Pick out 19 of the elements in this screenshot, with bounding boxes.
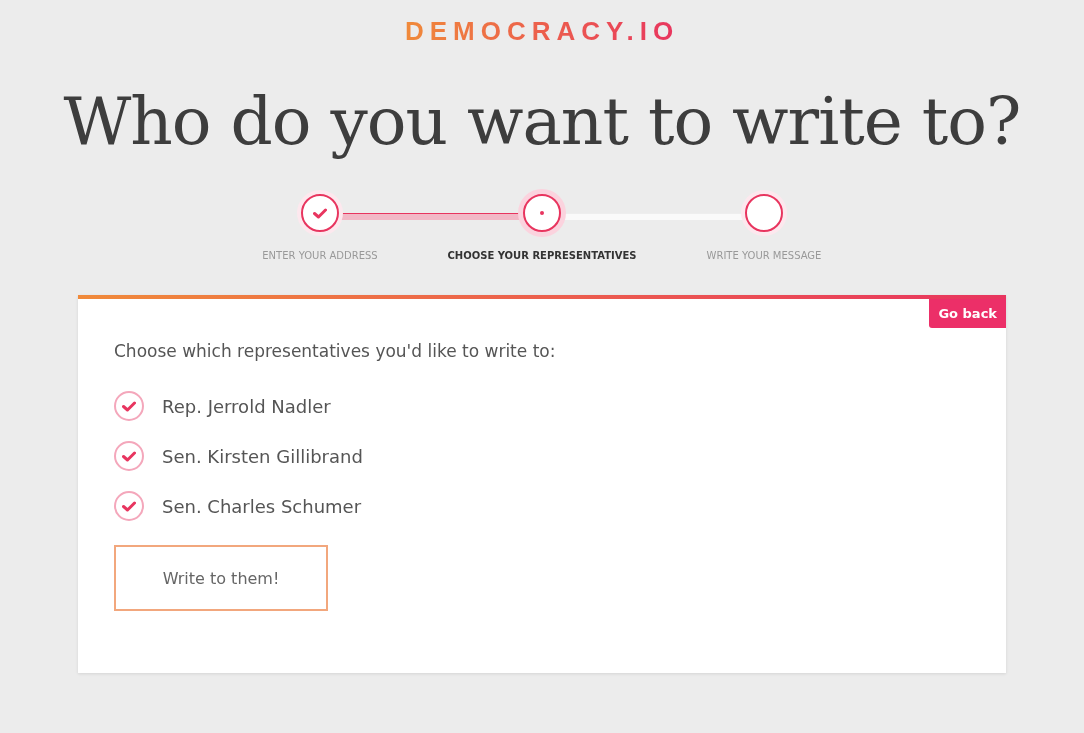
- representative-name: Sen. Charles Schumer: [162, 495, 362, 517]
- check-icon: [122, 400, 136, 412]
- write-to-them-button[interactable]: Write to them!: [114, 545, 328, 611]
- representative-name: Sen. Kirsten Gillibrand: [162, 445, 363, 467]
- step-label: CHOOSE YOUR REPRESENTATIVES: [447, 250, 637, 261]
- representative-name: Rep. Jerrold Nadler: [162, 395, 331, 417]
- dot-icon: [540, 211, 544, 215]
- go-back-button[interactable]: Go back: [929, 299, 1006, 328]
- step-label: WRITE YOUR MESSAGE: [706, 250, 822, 261]
- checkbox[interactable]: [114, 441, 144, 471]
- check-icon: [122, 500, 136, 512]
- check-icon: [313, 207, 327, 219]
- step-circle[interactable]: [301, 194, 339, 232]
- checkbox[interactable]: [114, 391, 144, 421]
- prompt-text: Choose which representatives you'd like to write to:: [114, 341, 557, 361]
- checkbox[interactable]: [114, 491, 144, 521]
- check-icon: [122, 450, 136, 462]
- step-label: ENTER YOUR ADDRESS: [262, 250, 378, 261]
- page-title: Who do you want to write to?: [63, 83, 1021, 160]
